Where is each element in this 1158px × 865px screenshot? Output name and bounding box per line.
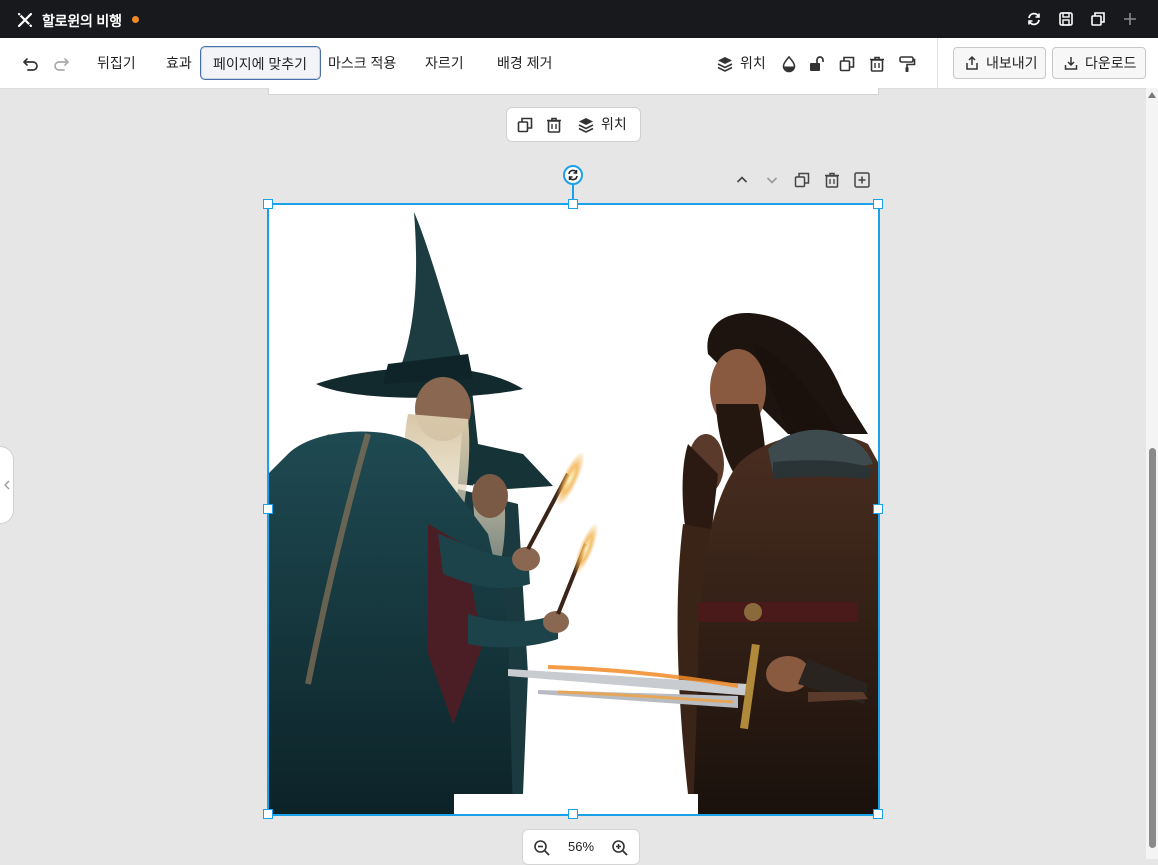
zoom-in-icon[interactable] — [611, 839, 629, 857]
chevron-left-icon — [4, 480, 10, 490]
rotate-handle[interactable] — [563, 165, 583, 185]
wizards-warriors-image[interactable] — [268, 204, 879, 815]
title-bar: 할로윈의 비행 — [0, 0, 1158, 38]
layers-icon — [717, 57, 733, 72]
scroll-up-arrow-icon[interactable] — [1148, 92, 1156, 98]
effects-button[interactable]: 효과 — [166, 46, 192, 80]
crop-button[interactable]: 자르기 — [425, 46, 464, 80]
download-icon — [1064, 57, 1078, 70]
previous-page-edge[interactable] — [268, 88, 879, 95]
resize-handle-bottom-left[interactable] — [263, 809, 273, 819]
rotate-icon — [568, 169, 578, 181]
duplicate-icon[interactable] — [1089, 10, 1107, 28]
zoom-out-icon[interactable] — [533, 839, 551, 857]
share-icon — [966, 55, 978, 70]
chevron-down-icon[interactable] — [764, 172, 780, 188]
trash-icon[interactable] — [823, 171, 841, 189]
layers-icon — [578, 118, 594, 133]
apply-mask-button[interactable]: 마스크 적용 — [328, 46, 396, 80]
duplicate-icon[interactable] — [516, 116, 534, 134]
resize-handle-right[interactable] — [873, 504, 883, 514]
save-icon[interactable] — [1057, 10, 1075, 28]
zoom-value: 56% — [568, 839, 595, 854]
remove-background-button[interactable]: 배경 제거 — [497, 46, 552, 80]
trash-icon[interactable] — [868, 55, 886, 73]
resize-handle-bottom[interactable] — [568, 809, 578, 819]
duplicate-icon[interactable] — [793, 171, 811, 189]
app-logo-icon — [17, 12, 33, 28]
editor-toolbar: 뒤집기 효과 페이지에 맞추기 마스크 적용 자르기 배경 제거 위치 내보내기… — [0, 38, 1158, 89]
add-page-icon[interactable] — [853, 171, 871, 189]
paint-roller-icon[interactable] — [898, 55, 916, 73]
scrollbar-thumb[interactable] — [1149, 448, 1156, 848]
chevron-up-icon[interactable] — [734, 172, 750, 188]
download-button[interactable]: 다운로드 — [1052, 47, 1146, 79]
transparency-icon[interactable] — [780, 55, 798, 73]
redo-icon[interactable] — [52, 55, 70, 73]
flip-button[interactable]: 뒤집기 — [97, 46, 136, 80]
fit-to-page-button[interactable]: 페이지에 맞추기 — [200, 46, 321, 80]
resize-handle-top[interactable] — [568, 199, 578, 209]
unsaved-indicator — [132, 16, 139, 23]
floating-position-label: 위치 — [601, 116, 627, 132]
download-label: 다운로드 — [1085, 55, 1137, 71]
duplicate-icon[interactable] — [838, 55, 856, 73]
resize-handle-left[interactable] — [263, 504, 273, 514]
floating-position-button[interactable]: 위치 — [577, 108, 637, 141]
side-panel-toggle[interactable] — [0, 446, 14, 524]
document-title[interactable]: 할로윈의 비행 — [42, 11, 122, 31]
resize-handle-top-right[interactable] — [873, 199, 883, 209]
floating-toolbar: 위치 — [506, 107, 641, 142]
trash-icon[interactable] — [545, 116, 563, 134]
position-label: 위치 — [740, 55, 766, 71]
export-label: 내보내기 — [986, 55, 1038, 71]
canvas-page[interactable] — [268, 204, 879, 815]
resize-handle-bottom-right[interactable] — [873, 809, 883, 819]
export-button[interactable]: 내보내기 — [953, 47, 1046, 79]
zoom-control: 56% — [522, 829, 640, 865]
sync-icon[interactable] — [1025, 10, 1043, 28]
vertical-scrollbar[interactable] — [1146, 88, 1158, 859]
resize-handle-top-left[interactable] — [263, 199, 273, 209]
undo-icon[interactable] — [22, 55, 40, 73]
add-icon[interactable] — [1121, 10, 1139, 28]
toolbar-divider — [937, 38, 938, 88]
unlock-icon[interactable] — [808, 55, 826, 73]
